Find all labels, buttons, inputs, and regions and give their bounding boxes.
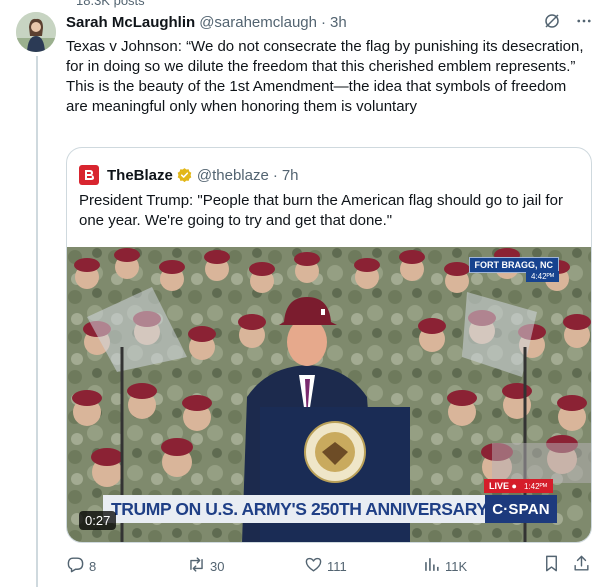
views-button[interactable]: 11K [422, 555, 467, 577]
author-name[interactable]: Sarah McLaughlin [66, 14, 195, 31]
like-icon [304, 555, 327, 577]
tweet-text: Texas v Johnson: “We do not consecrate t… [66, 38, 588, 115]
header-icons [543, 12, 593, 30]
quote-author-name[interactable]: TheBlaze [107, 167, 173, 184]
thread-line [36, 56, 38, 587]
avatar[interactable] [16, 12, 56, 52]
video-duration: 0:27 [79, 511, 117, 530]
quote-header: TheBlaze @theblaze · 7h [79, 165, 299, 185]
repost-count: 30 [210, 558, 225, 574]
quote-text: President Trump: "People that burn the A… [79, 192, 563, 229]
tweet-time[interactable]: 3h [330, 14, 347, 31]
like-count: 111 [327, 558, 347, 574]
repost-button[interactable]: 30 [187, 555, 224, 577]
reply-count: 8 [89, 558, 97, 574]
author-handle[interactable]: @sarahemclaugh [199, 14, 317, 31]
share-button[interactable] [572, 555, 591, 577]
reply-icon [66, 555, 89, 577]
bookmark-icon [542, 554, 561, 578]
tweet-actions: 8 30 111 11K [66, 555, 592, 579]
video-player[interactable]: FORT BRAGG, NC 4:42ᴾᴹ LIVE ● 1:42ᴾᴹ TRUM… [67, 247, 591, 542]
tweet-header: Sarah McLaughlin @sarahemclaugh · 3h [66, 12, 347, 32]
more-icon[interactable] [575, 12, 593, 30]
like-button[interactable]: 111 [304, 555, 347, 577]
verified-badge-icon [176, 167, 193, 184]
location-time: 4:42ᴾᴹ [526, 271, 559, 282]
repost-icon [187, 555, 210, 577]
grok-slash-icon[interactable] [543, 12, 561, 30]
reply-button[interactable]: 8 [66, 555, 96, 577]
live-time: 1:42ᴾᴹ [518, 479, 553, 493]
quote-author-handle[interactable]: @theblaze [197, 167, 269, 184]
quoted-tweet[interactable]: TheBlaze @theblaze · 7h President Trump:… [66, 147, 592, 543]
theblaze-logo[interactable] [79, 165, 99, 185]
share-icon [572, 554, 591, 578]
separator-dot: · [272, 166, 278, 184]
separator-dot: · [320, 13, 326, 31]
quote-time[interactable]: 7h [282, 167, 299, 184]
views-count: 11K [445, 558, 468, 574]
bookmark-button[interactable] [542, 555, 561, 577]
partial-post-count: 18.3K posts [76, 0, 145, 8]
views-icon [422, 555, 445, 577]
news-chyron: TRUMP ON U.S. ARMY'S 250TH ANNIVERSARY [103, 495, 523, 523]
avatar-image [16, 12, 56, 52]
cspan-logo: C·SPAN [485, 495, 557, 523]
live-badge: LIVE ● [484, 479, 522, 493]
